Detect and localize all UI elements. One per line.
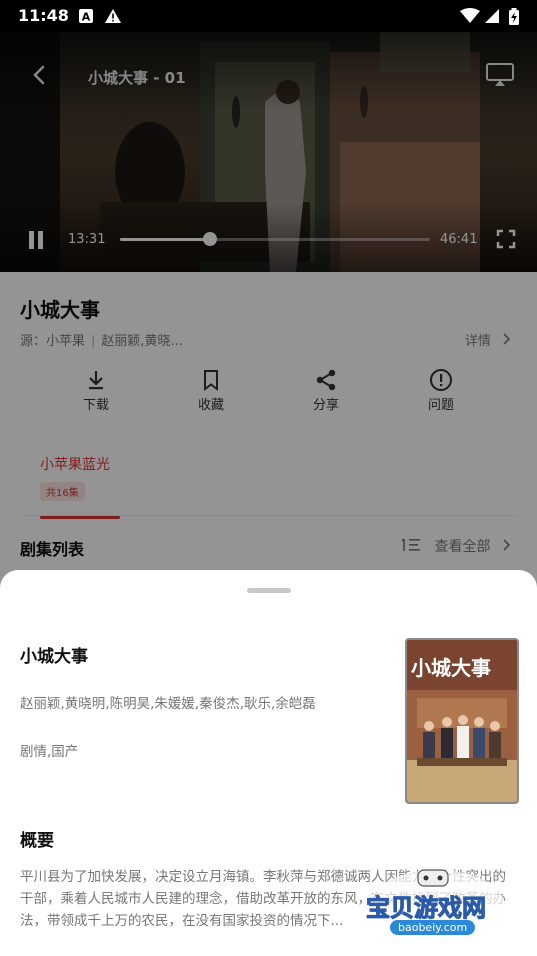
status-time: 11:48 xyxy=(18,6,69,25)
watermark-text: 宝贝游戏网 xyxy=(366,894,487,923)
notification-a-icon: A xyxy=(78,8,94,28)
sheet-genre: 剧情,国产 xyxy=(20,744,79,760)
watermark-url: baobeiy.com xyxy=(390,920,476,935)
watermark-logo: 宝贝游戏网 baobeiy.com xyxy=(362,866,512,946)
sheet-cast: 赵丽颖,黄晓明,陈明昊,朱媛媛,秦俊杰,耿乐,余皑磊 xyxy=(20,696,316,712)
svg-text:A: A xyxy=(82,11,91,24)
sheet-title: 小城大事 xyxy=(20,647,88,667)
poster-image: 小城大事 xyxy=(405,638,519,804)
wifi-icon xyxy=(460,8,480,28)
warning-icon xyxy=(104,8,122,28)
poster-title: 小城大事 xyxy=(411,656,491,680)
battery-charging-icon xyxy=(508,8,520,30)
cellular-signal-icon xyxy=(484,8,500,28)
summary-title: 概要 xyxy=(20,831,54,851)
status-bar: 11:48 A xyxy=(0,0,537,32)
screen: 11:48 A 小城大事 - 01 13:31 46:41 小城大事 源：小苹果… xyxy=(0,0,537,956)
sheet-drag-handle[interactable] xyxy=(247,588,291,593)
